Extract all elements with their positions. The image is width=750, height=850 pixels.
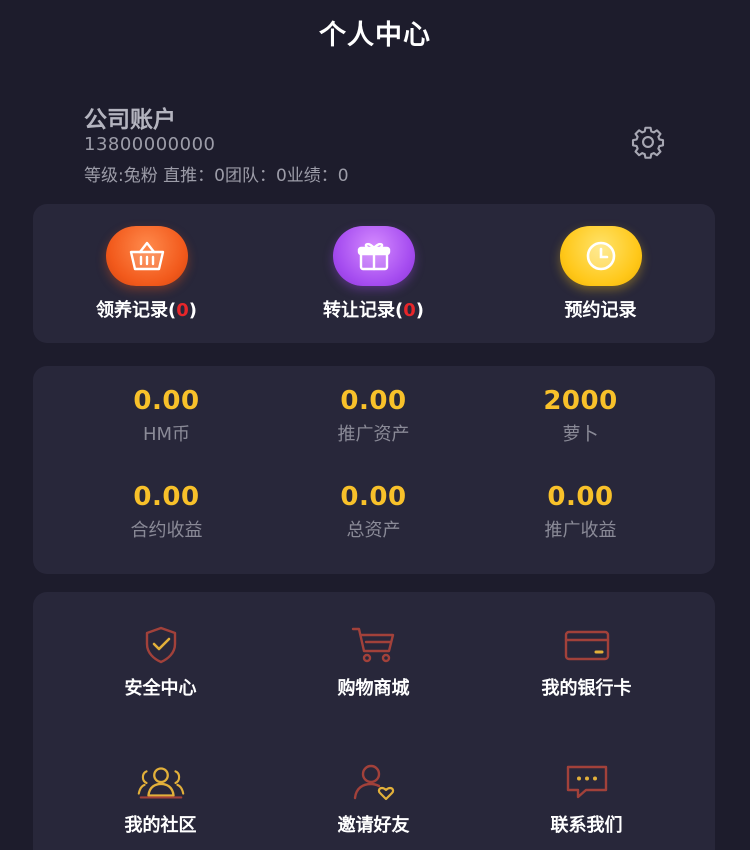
menu-invite-friends[interactable]: 邀请好友 xyxy=(260,759,487,849)
balance-promotion-assets: 0.00 推广资产 xyxy=(260,386,487,446)
record-label: 预约记录 xyxy=(564,300,637,321)
balance-label: 萝卜 xyxy=(562,424,599,445)
balance-hm-coin: 0.00 HM币 xyxy=(53,386,280,446)
record-label: 转让记录(0) xyxy=(323,300,424,321)
balance-promotion-earnings: 0.00 推广收益 xyxy=(467,482,694,542)
basket-icon xyxy=(105,226,188,286)
community-icon xyxy=(133,759,189,805)
adoption-record-button[interactable]: 领养记录(0) xyxy=(33,226,260,336)
balance-total-assets: 0.00 总资产 xyxy=(260,482,487,542)
shopping-cart-icon xyxy=(346,622,402,668)
menu-label: 邀请好友 xyxy=(337,815,410,836)
balance-value: 0.00 xyxy=(133,482,200,512)
menu-label: 购物商城 xyxy=(337,678,410,699)
menu-my-community[interactable]: 我的社区 xyxy=(47,759,274,849)
balance-value: 0.00 xyxy=(133,386,200,416)
menu-my-bank-card[interactable]: 我的银行卡 xyxy=(473,622,700,712)
balance-contract-earnings: 0.00 合约收益 xyxy=(53,482,280,542)
menu-contact-us[interactable]: 联系我们 xyxy=(473,759,700,849)
menu-label: 安全中心 xyxy=(124,678,197,699)
gear-icon xyxy=(631,126,665,159)
menu-card: 安全中心 购物商城 我的银行卡 我的社区 邀请好友 联系我们 xyxy=(33,592,715,850)
settings-button[interactable] xyxy=(628,125,668,159)
bank-card-icon xyxy=(559,622,615,668)
reservation-record-button[interactable]: 预约记录 xyxy=(487,226,714,336)
page-title: 个人中心 xyxy=(319,19,431,51)
balance-label: 推广收益 xyxy=(544,520,617,541)
menu-shopping-mall[interactable]: 购物商城 xyxy=(260,622,487,712)
profile-section: 公司账户 13800000000 等级:兔粉 直推：0团队：0业绩：0 xyxy=(84,100,684,190)
app-header: 个人中心 xyxy=(0,0,750,64)
chat-bubble-icon xyxy=(559,759,615,805)
clock-icon xyxy=(559,226,642,286)
level-stats: 等级:兔粉 直推：0团队：0业绩：0 xyxy=(84,166,349,186)
balance-value: 0.00 xyxy=(340,386,407,416)
menu-security-center[interactable]: 安全中心 xyxy=(47,622,274,712)
gift-icon xyxy=(332,226,415,286)
balance-value: 0.00 xyxy=(340,482,407,512)
menu-label: 联系我们 xyxy=(550,815,623,836)
balance-radish: 2000 萝卜 xyxy=(467,386,694,446)
record-label: 领养记录(0) xyxy=(96,300,197,321)
balance-label: 推广资产 xyxy=(337,424,410,445)
balance-label: HM币 xyxy=(142,424,191,445)
records-card: 领养记录(0) 转让记录(0) 预约记录 xyxy=(33,204,715,343)
invite-friend-icon xyxy=(346,759,402,805)
record-count: 0 xyxy=(403,300,416,321)
menu-label: 我的社区 xyxy=(124,815,197,836)
balance-label: 总资产 xyxy=(346,520,401,541)
balance-value: 0.00 xyxy=(547,482,614,512)
shield-check-icon xyxy=(133,622,189,668)
transfer-record-button[interactable]: 转让记录(0) xyxy=(260,226,487,336)
balances-card: 0.00 HM币 0.00 推广资产 2000 萝卜 0.00 合约收益 0.0… xyxy=(33,366,715,574)
record-count: 0 xyxy=(176,300,189,321)
phone-number: 13800000000 xyxy=(84,134,216,155)
balance-label: 合约收益 xyxy=(130,520,203,541)
menu-label: 我的银行卡 xyxy=(541,678,632,699)
balance-value: 2000 xyxy=(543,386,618,416)
account-name: 公司账户 xyxy=(84,107,176,133)
